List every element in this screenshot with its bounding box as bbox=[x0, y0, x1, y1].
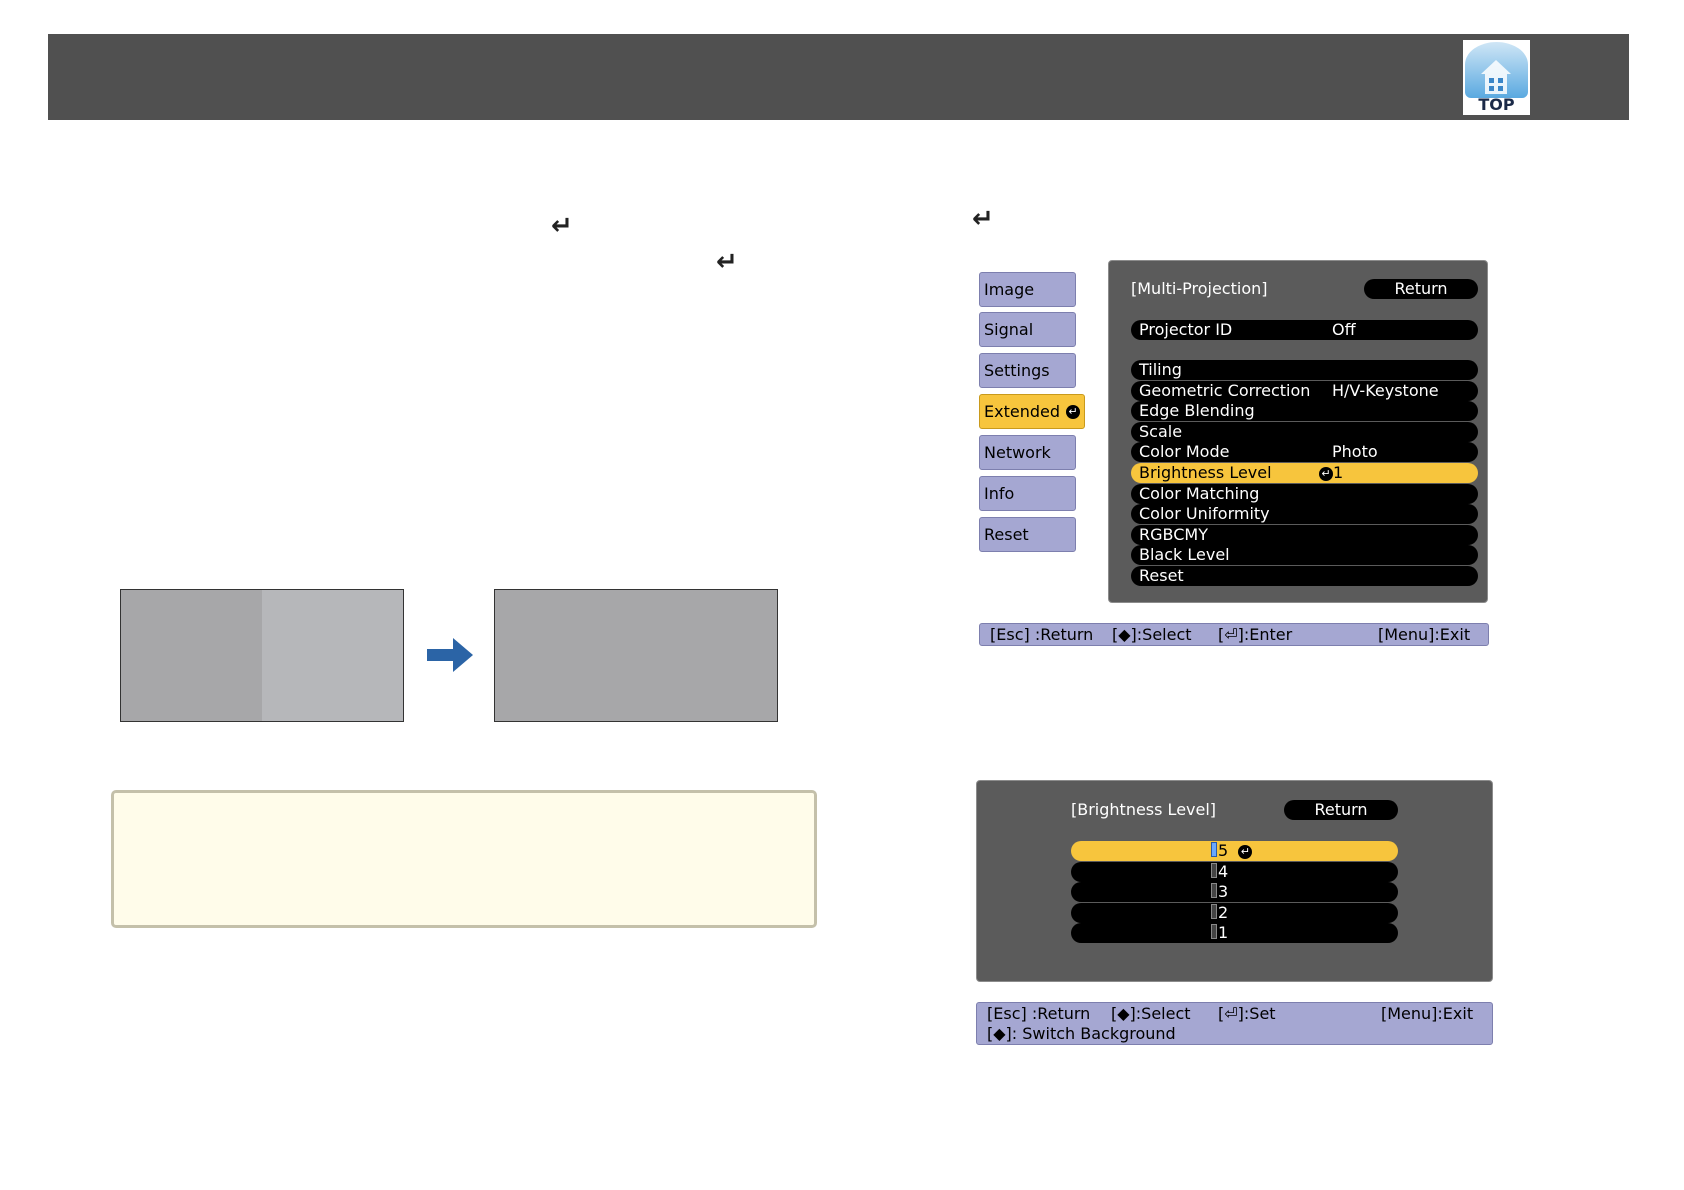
menu-item-edge-blending[interactable]: Edge Blending bbox=[1131, 401, 1478, 421]
menu-item-scale[interactable]: Scale bbox=[1131, 422, 1478, 442]
enter-arrow-icon: ↵ bbox=[716, 247, 738, 277]
menu-item-color-matching[interactable]: Color Matching bbox=[1131, 484, 1478, 504]
level-indicator bbox=[1211, 924, 1217, 939]
sidebar-item-label: Settings bbox=[984, 361, 1050, 380]
status-select: [◆]:Select bbox=[1112, 625, 1192, 644]
top-logo-button[interactable]: TOP bbox=[1463, 40, 1530, 115]
before-image-box bbox=[120, 589, 404, 722]
menu-item-rgbcmy[interactable]: RGBCMY bbox=[1131, 525, 1478, 545]
level-option-3[interactable]: 3 bbox=[1071, 882, 1398, 902]
level-label: 2 bbox=[1211, 903, 1228, 923]
status-menu: [Menu]:Exit bbox=[1378, 625, 1471, 644]
menu-item-label: RGBCMY bbox=[1139, 525, 1208, 544]
return-button[interactable]: Return bbox=[1284, 800, 1398, 820]
menu-item-label: Brightness Level bbox=[1139, 463, 1272, 482]
menu-item-value: Photo bbox=[1332, 442, 1378, 461]
menu-item-label: Black Level bbox=[1139, 545, 1230, 564]
status-set: [⏎]:Set bbox=[1218, 1004, 1276, 1023]
sidebar-item-label: Signal bbox=[984, 320, 1034, 339]
menu-item-label: Projector ID bbox=[1139, 320, 1233, 339]
level-label: 1 bbox=[1211, 923, 1228, 943]
menu-item-label: Scale bbox=[1139, 422, 1183, 441]
sidebar-item-extended[interactable]: Extended ↵ bbox=[979, 394, 1085, 429]
menu-item-label: Reset bbox=[1139, 566, 1184, 585]
menu-item-color-mode[interactable]: Color Mode Photo bbox=[1131, 442, 1478, 462]
menu-item-brightness-level[interactable]: Brightness Level ↵ 1 bbox=[1131, 463, 1478, 483]
level-value: 4 bbox=[1218, 862, 1229, 881]
logo-label: TOP bbox=[1478, 95, 1515, 114]
top-house-icon bbox=[1481, 60, 1511, 94]
sidebar-item-settings[interactable]: Settings bbox=[979, 353, 1076, 388]
status-switch-background: [◆]: Switch Background bbox=[987, 1024, 1176, 1043]
after-image-box bbox=[494, 589, 778, 722]
menu-item-color-uniformity[interactable]: Color Uniformity bbox=[1131, 504, 1478, 524]
menu-item-projector-id[interactable]: Projector ID Off bbox=[1131, 320, 1478, 340]
level-option-2[interactable]: 2 bbox=[1071, 903, 1398, 923]
sidebar-item-label: Reset bbox=[984, 525, 1029, 544]
menu-item-value: H/V-Keystone bbox=[1332, 381, 1439, 400]
sidebar-item-label: Info bbox=[984, 484, 1015, 503]
level-value: 5 bbox=[1218, 841, 1229, 860]
level-indicator bbox=[1211, 904, 1217, 919]
menu-item-black-level[interactable]: Black Level bbox=[1131, 545, 1478, 565]
menu-item-reset[interactable]: Reset bbox=[1131, 566, 1478, 586]
level-value: 2 bbox=[1218, 903, 1229, 922]
menu-item-label: Tiling bbox=[1139, 360, 1182, 379]
level-option-5[interactable]: 5 ↵ bbox=[1071, 841, 1398, 861]
hint-box bbox=[111, 790, 817, 928]
status-select: [◆]:Select bbox=[1111, 1004, 1191, 1023]
header-bar bbox=[48, 34, 1629, 120]
panel-title: [Multi-Projection] bbox=[1131, 279, 1268, 298]
menu-item-label: Color Uniformity bbox=[1139, 504, 1270, 523]
menu-item-value: ↵ 1 bbox=[1319, 463, 1343, 483]
return-button[interactable]: Return bbox=[1364, 279, 1478, 299]
enter-arrow-icon: ↵ bbox=[551, 211, 573, 241]
brightness-status-bar: [Esc] :Return [◆]:Select [⏎]:Set [Menu]:… bbox=[976, 1002, 1493, 1045]
main-menu-status-bar: [Esc] :Return [◆]:Select [⏎]:Enter [Menu… bbox=[979, 623, 1489, 646]
enter-icon: ↵ bbox=[1319, 466, 1333, 481]
status-esc: [Esc] :Return bbox=[987, 1004, 1091, 1023]
level-label: 3 bbox=[1211, 882, 1228, 902]
menu-item-geometric-correction[interactable]: Geometric Correction H/V-Keystone bbox=[1131, 381, 1478, 401]
status-menu: [Menu]:Exit bbox=[1381, 1004, 1474, 1023]
sidebar-item-image[interactable]: Image bbox=[979, 272, 1076, 307]
sidebar-item-label: Network bbox=[984, 443, 1051, 462]
level-indicator bbox=[1211, 863, 1217, 878]
level-label: 4 bbox=[1211, 862, 1228, 882]
level-indicator bbox=[1211, 842, 1217, 857]
level-value: 3 bbox=[1218, 882, 1229, 901]
menu-item-label: Color Mode bbox=[1139, 442, 1230, 461]
blue-right-arrow-icon bbox=[427, 638, 473, 672]
menu-item-label: Color Matching bbox=[1139, 484, 1260, 503]
menu-item-value: Off bbox=[1332, 320, 1356, 339]
sidebar-item-reset[interactable]: Reset bbox=[979, 517, 1076, 552]
level-option-4[interactable]: 4 bbox=[1071, 862, 1398, 882]
enter-icon: ↵ bbox=[1066, 405, 1080, 419]
status-enter: [⏎]:Enter bbox=[1218, 625, 1293, 644]
sidebar-item-label: Extended bbox=[984, 402, 1060, 421]
menu-item-label: Geometric Correction bbox=[1139, 381, 1311, 400]
before-image-right-half bbox=[262, 590, 403, 721]
level-indicator bbox=[1211, 883, 1217, 898]
panel-title: [Brightness Level] bbox=[1071, 800, 1217, 819]
sidebar-item-network[interactable]: Network bbox=[979, 435, 1076, 470]
enter-arrow-icon: ↵ bbox=[972, 204, 994, 234]
enter-icon: ↵ bbox=[1238, 844, 1253, 859]
sidebar-item-info[interactable]: Info bbox=[979, 476, 1076, 511]
menu-item-tiling[interactable]: Tiling bbox=[1131, 360, 1478, 380]
level-label: 5 ↵ bbox=[1211, 841, 1253, 861]
sidebar-item-signal[interactable]: Signal bbox=[979, 312, 1076, 347]
brightness-value: 1 bbox=[1333, 463, 1344, 482]
sidebar-item-label: Image bbox=[984, 280, 1035, 299]
status-esc: [Esc] :Return bbox=[990, 625, 1094, 644]
menu-item-label: Edge Blending bbox=[1139, 401, 1255, 420]
level-option-1[interactable]: 1 bbox=[1071, 923, 1398, 943]
level-value: 1 bbox=[1218, 923, 1229, 942]
